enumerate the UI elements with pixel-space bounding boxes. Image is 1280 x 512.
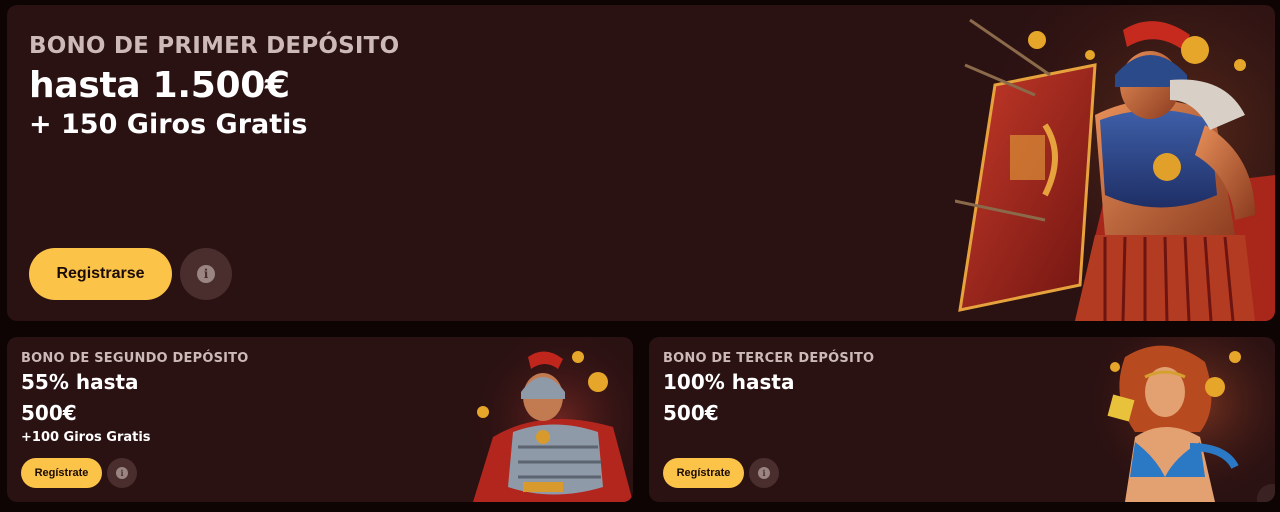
second-register-button[interactable]: Regístrate [21,458,102,488]
third-deposit-bonus-card: BONO DE TERCER DEPÓSITO 100% hasta 500€ … [649,337,1275,502]
first-deposit-eyebrow: BONO DE PRIMER DEPÓSITO [29,33,400,59]
roman-soldier-illustration [473,337,633,502]
second-deposit-line1: 55% hasta [21,370,139,394]
register-button[interactable]: Registrarse [29,248,172,300]
first-deposit-subline: + 150 Giros Gratis [29,109,308,140]
first-deposit-bonus-card: BONO DE PRIMER DEPÓSITO hasta 1.500€ + 1… [7,5,1275,321]
second-deposit-spins: +100 Giros Gratis [21,430,151,445]
second-deposit-line2: 500€ [21,401,77,425]
info-icon: i [116,467,128,479]
third-register-button[interactable]: Regístrate [663,458,744,488]
third-deposit-eyebrow: BONO DE TERCER DEPÓSITO [663,351,875,366]
second-deposit-eyebrow: BONO DE SEGUNDO DEPÓSITO [21,351,249,366]
second-deposit-info-button[interactable]: i [107,458,137,488]
first-deposit-info-button[interactable]: i [180,248,232,300]
third-deposit-info-button[interactable]: i [749,458,779,488]
third-deposit-line2: 500€ [663,401,719,425]
gladiator-illustration [955,5,1275,321]
third-deposit-line1: 100% hasta [663,370,795,394]
second-deposit-bonus-card: BONO DE SEGUNDO DEPÓSITO 55% hasta 500€ … [7,337,633,502]
warrior-woman-illustration [1095,337,1275,502]
info-icon: i [758,467,770,479]
info-icon: i [197,265,215,283]
first-deposit-headline: hasta 1.500€ [29,65,290,106]
